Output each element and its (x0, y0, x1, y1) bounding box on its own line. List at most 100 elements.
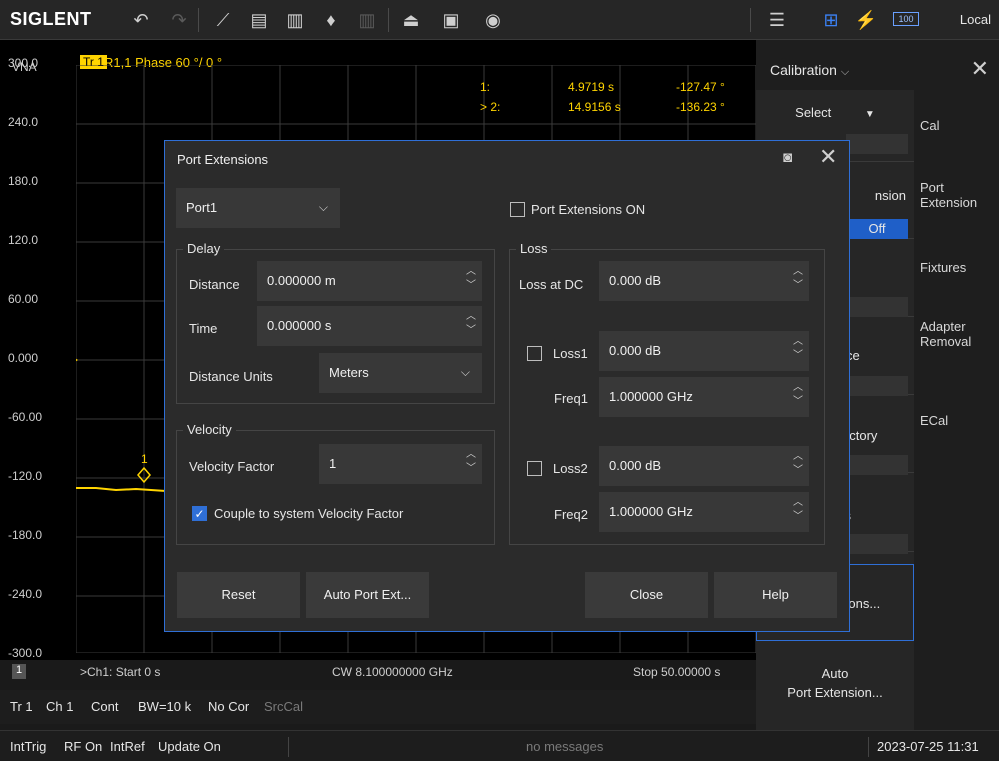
cw-frequency[interactable]: CW 8.100000000 GHz (332, 665, 453, 679)
marker-id: > 2: (480, 100, 501, 114)
y-tick: 0.000 (8, 351, 39, 365)
port-extensions-on-checkbox[interactable] (510, 202, 525, 217)
loss1-input[interactable]: 0.000 dB ︿ ﹀ (599, 331, 809, 371)
reset-button[interactable]: Reset (177, 572, 300, 618)
y-tick: -240.0 (8, 587, 43, 601)
loss1-label: Loss1 (553, 346, 588, 361)
menu-icon[interactable]: ☰ (764, 7, 790, 33)
usb-icon: ⊞ (823, 10, 839, 30)
loss1-checkbox[interactable] (527, 346, 542, 361)
status-divider (868, 737, 869, 757)
distance-value: 0.000000 m (267, 273, 336, 288)
couple-velocity-label: Couple to system Velocity Factor (214, 506, 404, 521)
couple-velocity-checkbox[interactable]: ✓ (192, 506, 207, 521)
status-update[interactable]: Update On (158, 739, 221, 754)
time-input[interactable]: 0.000000 s ︿ ﹀ (257, 306, 482, 346)
spinner-icon[interactable]: ︿ ﹀ (466, 310, 476, 342)
battery-icon: 100 (893, 12, 919, 26)
auto-port-extension-button[interactable]: Auto Port Extension... (756, 641, 914, 725)
port-extensions-on-label: Port Extensions ON (531, 202, 646, 217)
close-icon[interactable]: ✕ (971, 56, 989, 82)
distance-input[interactable]: 0.000000 m ︿ ﹀ (257, 261, 482, 301)
trace-line (76, 487, 167, 492)
close-button[interactable]: Close (585, 572, 708, 618)
y-tick: -180.0 (8, 528, 43, 542)
freq2-input[interactable]: 1.000000 GHz ︿ ﹀ (599, 492, 809, 532)
add-marker-search-icon[interactable]: ♦ (318, 7, 344, 33)
status-source-cal[interactable]: SrcCal (264, 699, 303, 714)
undo-icon[interactable]: ↶ (128, 7, 154, 33)
channel-number-badge[interactable]: 1 (12, 664, 26, 679)
tab-cal[interactable]: Cal (920, 118, 999, 133)
save-icon[interactable]: ▣ (438, 7, 464, 33)
add-marker-icon[interactable]: ⟋ (210, 7, 236, 33)
marker-row[interactable]: > 2: 14.9156 s -136.23 ° (480, 98, 750, 118)
screenshot-icon[interactable]: ◉ (480, 7, 506, 33)
y-tick: 60.00 (8, 292, 39, 306)
camera-icon[interactable]: ◙ (783, 149, 792, 166)
spinner-icon[interactable]: ︿ ﹀ (793, 496, 803, 528)
toolbar-divider (750, 8, 751, 32)
velocity-factor-label: Velocity Factor (189, 459, 275, 474)
status-correction[interactable]: No Cor (208, 699, 249, 714)
status-rf[interactable]: RF On (64, 739, 102, 754)
y-tick: 240.0 (8, 115, 39, 129)
distance-units-select[interactable]: Meters ⌵ (319, 353, 482, 393)
velocity-value-box (846, 297, 908, 317)
marker-y: -127.47 ° (676, 80, 725, 94)
marker-x: 14.9156 s (568, 100, 621, 114)
spinner-icon[interactable]: ︿ ﹀ (793, 335, 803, 367)
redo-icon[interactable]: ↷ (166, 7, 192, 33)
port-select-value: Port1 (186, 200, 218, 215)
sweep-start[interactable]: >Ch1: Start 0 s (80, 665, 160, 679)
loss-group-label: Loss (516, 241, 552, 256)
dropdown-triangle-icon: ▼ (864, 109, 875, 120)
marker-row[interactable]: 1: 4.9719 s -127.47 ° (480, 78, 750, 98)
spinner-icon[interactable]: ︿ ﹀ (466, 265, 476, 297)
status-divider (288, 737, 289, 757)
help-button[interactable]: Help (714, 572, 837, 618)
dialog-close-icon[interactable]: ✕ (819, 144, 837, 170)
status-bandwidth[interactable]: BW=10 k (138, 699, 191, 714)
time-label: Time (189, 321, 218, 336)
y-tick: -300.0 (8, 646, 43, 660)
spinner-icon[interactable]: ︿ ﹀ (793, 450, 803, 482)
port-extension-state: Off (846, 219, 908, 239)
loss2-value: 0.000 dB (609, 458, 662, 473)
select-value-box (846, 134, 908, 154)
y-tick: -60.00 (8, 410, 43, 424)
loss2-checkbox[interactable] (527, 461, 542, 476)
freq1-input[interactable]: 1.000000 GHz ︿ ﹀ (599, 377, 809, 417)
tab-adapter-removal[interactable]: Adapter Removal (920, 319, 986, 349)
select-label: Select ▼ (756, 105, 914, 120)
local-label[interactable]: Local (960, 12, 991, 27)
auto-port-ext-button[interactable]: Auto Port Ext... (306, 572, 429, 618)
tab-ecal[interactable]: ECal (920, 413, 999, 428)
freq1-label: Freq1 (554, 391, 588, 406)
loss-at-dc-input[interactable]: 0.000 dB ︿ ﹀ (599, 261, 809, 301)
power-icon: ⚡ (854, 10, 878, 30)
status-trigger[interactable]: IntTrig (10, 739, 46, 754)
marker-table: 1: 4.9719 s -127.47 ° > 2: 14.9156 s -13… (480, 78, 750, 118)
status-reference[interactable]: IntRef (110, 739, 145, 754)
spinner-icon[interactable]: ︿ ﹀ (793, 381, 803, 413)
sweep-stop[interactable]: Stop 50.00000 s (633, 665, 720, 679)
reference-value-box (846, 376, 908, 396)
open-file-icon[interactable]: ⏏ (398, 7, 424, 33)
spinner-icon[interactable]: ︿ ﹀ (793, 265, 803, 297)
tab-port-extension[interactable]: Port Extension (920, 180, 990, 210)
tab-fixtures[interactable]: Fixtures (920, 260, 999, 275)
loss2-input[interactable]: 0.000 dB ︿ ﹀ (599, 446, 809, 486)
velocity-factor-input[interactable]: 1 ︿ ﹀ (319, 444, 482, 484)
delete-icon[interactable]: ▥ (354, 7, 380, 33)
port-select[interactable]: Port1 ⌵ (176, 188, 340, 228)
status-trace[interactable]: Tr 1 (10, 699, 33, 714)
distance-label: Distance (189, 277, 240, 292)
spinner-icon[interactable]: ︿ ﹀ (466, 448, 476, 480)
add-channel-icon[interactable]: ▥ (282, 7, 308, 33)
status-datetime: 2023-07-25 11:31 (877, 739, 979, 754)
status-sweep-mode[interactable]: Cont (91, 699, 118, 714)
status-channel[interactable]: Ch 1 (46, 699, 73, 714)
add-trace-icon[interactable]: ▤ (246, 7, 272, 33)
menu-title[interactable]: Calibration ⌵ (770, 62, 849, 79)
